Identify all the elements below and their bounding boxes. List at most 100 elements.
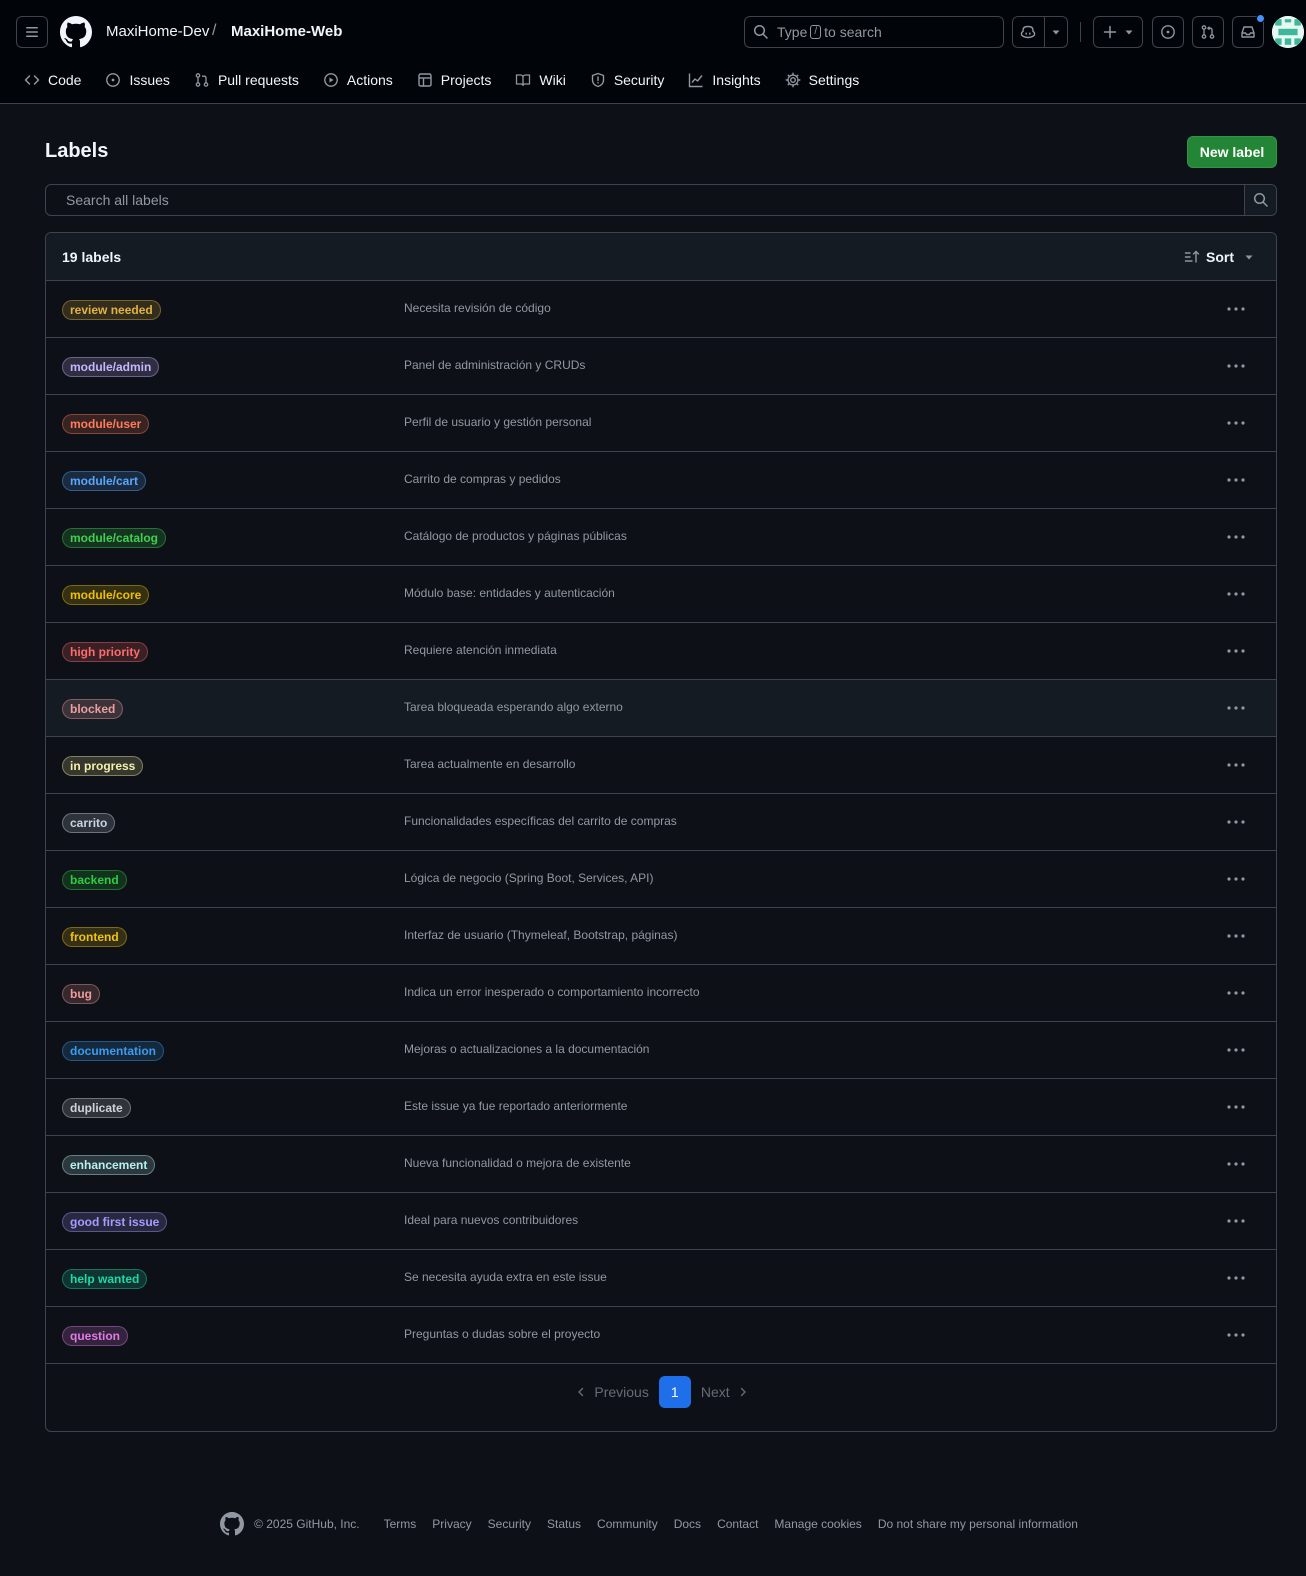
- label-pill[interactable]: question: [62, 1326, 128, 1346]
- label-pill[interactable]: in progress: [62, 756, 144, 776]
- kebab-horizontal-icon: [1227, 649, 1245, 653]
- label-pill[interactable]: duplicate: [62, 1098, 131, 1118]
- search-prefix: Type: [777, 24, 808, 40]
- pagination-current-page[interactable]: 1: [658, 1376, 691, 1408]
- avatar[interactable]: [1272, 16, 1304, 48]
- label-actions-button[interactable]: [1222, 527, 1250, 547]
- label-pill[interactable]: frontend: [62, 927, 127, 947]
- label-actions-button[interactable]: [1222, 1325, 1250, 1345]
- tab-pull-requests-label: Pull requests: [217, 72, 299, 88]
- label-pill[interactable]: blocked: [62, 699, 124, 719]
- new-label-button[interactable]: New label: [1187, 136, 1277, 168]
- label-description: Nueva funcionalidad o mejora de existent…: [404, 1156, 631, 1170]
- sort-dropdown[interactable]: Sort: [1184, 249, 1260, 265]
- copilot-dropdown-button[interactable]: [1045, 27, 1067, 37]
- global-search-input[interactable]: Type / to search: [744, 16, 1004, 48]
- label-actions-button[interactable]: [1222, 1154, 1250, 1174]
- menu-button[interactable]: [16, 16, 48, 48]
- footer-link-docs[interactable]: Docs: [674, 1517, 701, 1531]
- search-icon: [1253, 192, 1268, 207]
- label-actions-button[interactable]: [1222, 584, 1250, 604]
- your-pull-requests-button[interactable]: [1192, 16, 1224, 48]
- footer-link-privacy[interactable]: Privacy: [432, 1517, 471, 1531]
- tab-projects[interactable]: Projects: [409, 64, 500, 96]
- label-actions-button[interactable]: [1222, 470, 1250, 490]
- footer-link-status[interactable]: Status: [547, 1517, 581, 1531]
- tab-issues-label: Issues: [129, 72, 170, 88]
- label-pill[interactable]: review needed: [62, 300, 161, 320]
- labels-rows: review needed Necesita revisión de código…: [46, 281, 1276, 1364]
- label-actions-button[interactable]: [1222, 869, 1250, 889]
- label-pill[interactable]: module/cart: [62, 471, 147, 491]
- label-description: Requiere atención inmediata: [404, 643, 557, 657]
- label-actions-button[interactable]: [1222, 356, 1250, 376]
- kebab-horizontal-icon: [1227, 307, 1245, 311]
- footer-link-contact[interactable]: Contact: [717, 1517, 758, 1531]
- footer-link-do-not-share[interactable]: Do not share my personal information: [878, 1517, 1078, 1531]
- label-actions-button[interactable]: [1222, 1040, 1250, 1060]
- tab-actions-label: Actions: [346, 72, 393, 88]
- label-actions-button[interactable]: [1222, 926, 1250, 946]
- footer-link-community[interactable]: Community: [597, 1517, 658, 1531]
- tab-wiki[interactable]: Wiki: [507, 64, 573, 96]
- tab-issues[interactable]: Issues: [97, 64, 177, 96]
- pagination-previous[interactable]: Previous: [576, 1384, 649, 1400]
- label-row: bug Indica un error inesperado o comporta…: [46, 965, 1276, 1022]
- copilot-button-group[interactable]: [1012, 16, 1068, 48]
- tab-pull-requests[interactable]: Pull requests: [186, 64, 307, 96]
- label-actions-button[interactable]: [1222, 1211, 1250, 1231]
- label-search-button[interactable]: [1244, 185, 1276, 215]
- kebab-horizontal-icon: [1227, 421, 1245, 425]
- github-mark-icon[interactable]: [220, 1512, 245, 1536]
- footer-link-manage-cookies[interactable]: Manage cookies: [774, 1517, 861, 1531]
- label-pill[interactable]: carrito: [62, 813, 116, 833]
- tab-insights[interactable]: Insights: [680, 64, 768, 96]
- label-actions-button[interactable]: [1222, 755, 1250, 775]
- label-actions-button[interactable]: [1222, 1268, 1250, 1288]
- label-pill[interactable]: good first issue: [62, 1212, 168, 1232]
- label-pill[interactable]: high priority: [62, 642, 148, 662]
- tab-code[interactable]: Code: [16, 64, 89, 96]
- pagination-next[interactable]: Next: [701, 1384, 748, 1400]
- label-pill[interactable]: bug: [62, 984, 100, 1004]
- breadcrumb-owner[interactable]: MaxiHome-Dev: [106, 23, 209, 40]
- label-actions-button[interactable]: [1222, 413, 1250, 433]
- label-pill[interactable]: module/catalog: [62, 528, 167, 548]
- tab-code-label: Code: [48, 72, 82, 88]
- label-pill[interactable]: help wanted: [62, 1269, 148, 1289]
- table-icon: [418, 73, 432, 87]
- kebab-horizontal-icon: [1227, 1333, 1245, 1337]
- label-row: module/user Perfil de usuario y gestión p…: [46, 395, 1276, 452]
- search-suffix: to search: [824, 24, 882, 40]
- chevron-right-icon: [740, 1387, 746, 1397]
- footer-link-terms[interactable]: Terms: [384, 1517, 417, 1531]
- hamburger-icon: [26, 27, 38, 37]
- your-issues-button[interactable]: [1152, 16, 1184, 48]
- label-actions-button[interactable]: [1222, 983, 1250, 1003]
- chevron-left-icon: [578, 1387, 584, 1397]
- create-new-button[interactable]: [1093, 16, 1143, 48]
- label-pill[interactable]: enhancement: [62, 1155, 156, 1175]
- kebab-horizontal-icon: [1227, 1162, 1245, 1166]
- label-search-input[interactable]: [46, 185, 1244, 215]
- label-actions-button[interactable]: [1222, 1097, 1250, 1117]
- label-pill[interactable]: module/user: [62, 414, 150, 434]
- label-pill[interactable]: backend: [62, 870, 127, 890]
- label-pill[interactable]: module/admin: [62, 357, 160, 377]
- label-actions-button[interactable]: [1222, 812, 1250, 832]
- label-actions-button[interactable]: [1222, 698, 1250, 718]
- tab-security-label: Security: [613, 72, 665, 88]
- label-pill[interactable]: documentation: [62, 1041, 164, 1061]
- breadcrumb-repo[interactable]: MaxiHome-Web: [231, 23, 342, 40]
- label-actions-button[interactable]: [1222, 641, 1250, 661]
- kebab-horizontal-icon: [1227, 877, 1245, 881]
- label-actions-button[interactable]: [1222, 299, 1250, 319]
- label-pill[interactable]: module/core: [62, 585, 150, 605]
- github-logo-icon[interactable]: [60, 16, 92, 48]
- copilot-button[interactable]: [1013, 24, 1044, 40]
- repo-nav: Code Issues Pull requests Actions Projec…: [16, 64, 875, 96]
- tab-settings[interactable]: Settings: [777, 64, 868, 96]
- tab-actions[interactable]: Actions: [315, 64, 401, 96]
- tab-security[interactable]: Security: [582, 64, 673, 96]
- footer-link-security[interactable]: Security: [488, 1517, 531, 1531]
